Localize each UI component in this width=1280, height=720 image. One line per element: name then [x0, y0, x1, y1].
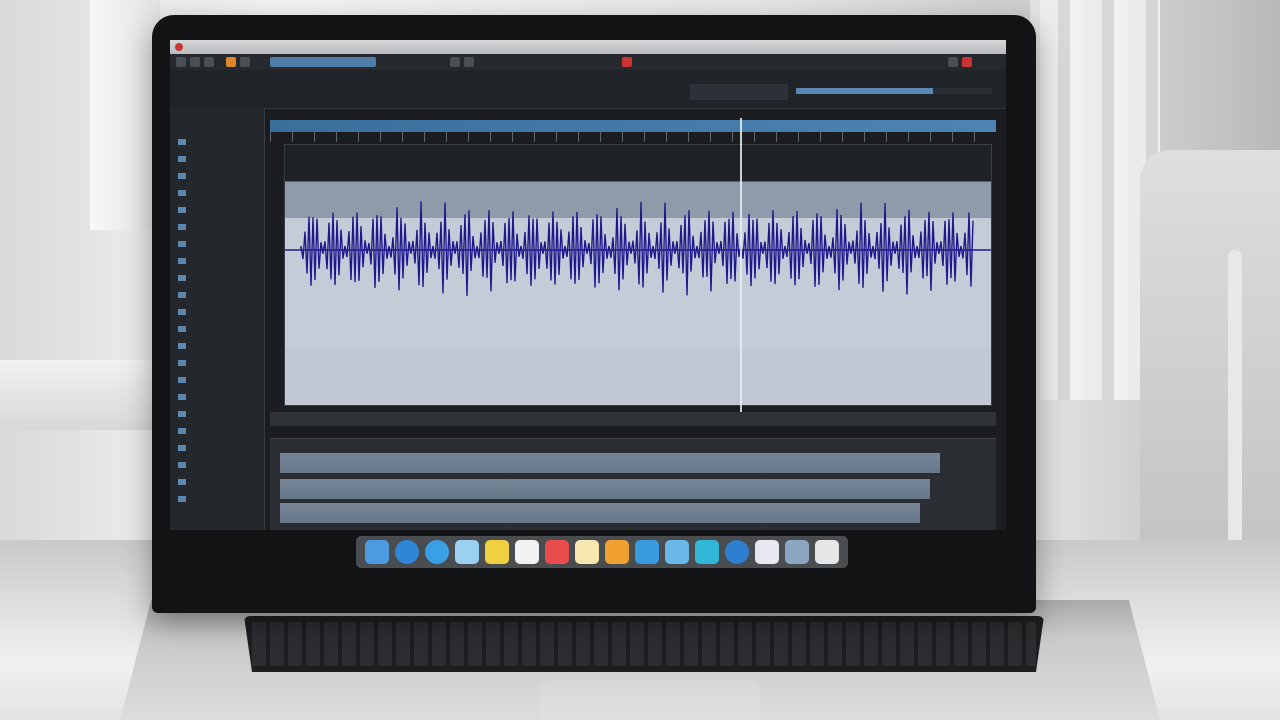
window-frame [90, 0, 160, 230]
settings-icon[interactable] [948, 57, 958, 67]
track-icon [178, 155, 186, 162]
tool-button[interactable] [240, 57, 250, 67]
tool-button[interactable] [190, 57, 200, 67]
laptop-screen [170, 40, 1006, 530]
track-icon [178, 291, 186, 298]
tool-button-active[interactable] [226, 57, 236, 67]
photos-icon[interactable] [545, 540, 569, 564]
transport-bar [170, 70, 1006, 109]
track-row[interactable] [178, 376, 254, 385]
track-icon [178, 342, 186, 349]
track-icon [178, 427, 186, 434]
mail-icon[interactable] [665, 540, 689, 564]
messages-icon[interactable] [695, 540, 719, 564]
track-row[interactable] [178, 206, 254, 215]
track-icon [178, 257, 186, 264]
track-icon [178, 393, 186, 400]
record-indicator-icon [175, 43, 183, 51]
track-row[interactable] [178, 240, 254, 249]
track-row[interactable] [178, 444, 254, 453]
track-row[interactable] [178, 257, 254, 266]
track-row[interactable] [178, 478, 254, 487]
track-row[interactable] [178, 291, 254, 300]
track-list-sidebar [170, 108, 265, 530]
track-row[interactable] [178, 189, 254, 198]
track-icon [178, 478, 186, 485]
preview-icon[interactable] [455, 540, 479, 564]
track-row[interactable] [178, 223, 254, 232]
track-row[interactable] [178, 461, 254, 470]
track-icon [178, 376, 186, 383]
overview-panel [270, 438, 996, 530]
track-row[interactable] [178, 274, 254, 283]
track-icon [178, 240, 186, 247]
chair [1140, 150, 1280, 540]
safari-icon[interactable] [395, 540, 419, 564]
iphoto-icon[interactable] [785, 540, 809, 564]
keyboard-keys [252, 622, 1036, 666]
horizontal-scrollbar[interactable] [270, 412, 996, 426]
playhead[interactable] [740, 118, 742, 418]
track-icon [178, 172, 186, 179]
tool-button[interactable] [176, 57, 186, 67]
system-prefs-icon[interactable] [725, 540, 749, 564]
track-row[interactable] [178, 410, 254, 419]
play-icon[interactable] [450, 57, 460, 67]
browser-icon[interactable] [425, 540, 449, 564]
track-icon [178, 138, 186, 145]
overview-lane[interactable] [280, 453, 940, 473]
ibooks-icon[interactable] [605, 540, 629, 564]
level-meter [796, 88, 992, 94]
track-icon [178, 223, 186, 230]
overview-lane[interactable] [280, 503, 920, 523]
toolbar [170, 54, 1006, 71]
track-icon [178, 189, 186, 196]
timeline-ruler[interactable] [270, 120, 996, 132]
record-button[interactable] [622, 57, 632, 67]
laptop-keyboard [244, 616, 1044, 672]
track-area [270, 108, 1000, 530]
track-icon [178, 461, 186, 468]
track-row[interactable] [178, 138, 254, 147]
track-row[interactable] [178, 495, 254, 504]
chair-leg [1228, 250, 1242, 550]
track-row[interactable] [178, 427, 254, 436]
audio-waveform [285, 201, 991, 296]
pause-icon[interactable] [464, 57, 474, 67]
tool-button[interactable] [204, 57, 214, 67]
notes-icon[interactable] [485, 540, 509, 564]
track-icon [178, 359, 186, 366]
track-icon [178, 308, 186, 315]
track-icon [178, 206, 186, 213]
calendar-icon[interactable] [515, 540, 539, 564]
room-background [0, 0, 1280, 720]
track-icon [178, 410, 186, 417]
track-row[interactable] [178, 342, 254, 351]
waveform-panel[interactable] [284, 144, 992, 406]
itunes-icon[interactable] [755, 540, 779, 564]
search-field[interactable] [270, 57, 376, 67]
track-row[interactable] [178, 155, 254, 164]
trackpad [540, 680, 760, 720]
track-row[interactable] [178, 393, 254, 402]
waveform-signal [300, 201, 974, 296]
track-row[interactable] [178, 359, 254, 368]
track-row[interactable] [178, 172, 254, 181]
track-icon [178, 444, 186, 451]
stickies-icon[interactable] [575, 540, 599, 564]
timeline-ticks [270, 132, 996, 142]
track-row[interactable] [178, 308, 254, 317]
menu-bar [170, 40, 1006, 54]
trash-icon[interactable] [815, 540, 839, 564]
track-row[interactable] [178, 325, 254, 334]
track-icon [178, 495, 186, 502]
track-icon [178, 274, 186, 281]
app-store-icon[interactable] [635, 540, 659, 564]
overview-lane[interactable] [280, 479, 930, 499]
close-icon[interactable] [962, 57, 972, 67]
timecode-display [690, 84, 788, 100]
track-icon [178, 325, 186, 332]
finder-icon[interactable] [365, 540, 389, 564]
dock [356, 536, 848, 568]
